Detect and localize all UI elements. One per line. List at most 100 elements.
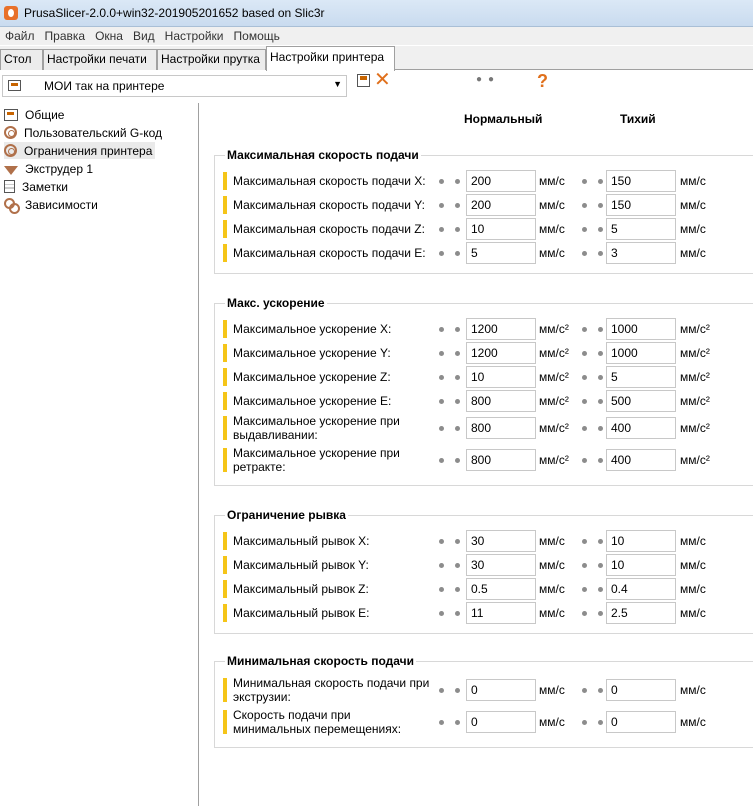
silent-value-input[interactable] <box>606 679 676 701</box>
lock-dot-icon[interactable] <box>582 426 587 431</box>
help-icon[interactable]: ? <box>537 71 548 92</box>
tab-printer-settings[interactable]: Настройки принтера <box>266 46 395 71</box>
lock-dot-icon[interactable] <box>439 399 444 404</box>
lock-dot-icon[interactable] <box>582 251 587 256</box>
lock-dot-icon[interactable] <box>582 179 587 184</box>
silent-value-input[interactable] <box>606 417 676 439</box>
silent-value-input[interactable] <box>606 194 676 216</box>
undo-dot-icon[interactable] <box>455 611 460 616</box>
undo-dot-icon[interactable] <box>455 203 460 208</box>
normal-value-input[interactable] <box>466 318 536 340</box>
undo-dot-icon[interactable] <box>598 426 603 431</box>
menu-file[interactable]: Файл <box>0 29 40 43</box>
normal-value-input[interactable] <box>466 366 536 388</box>
silent-value-input[interactable] <box>606 170 676 192</box>
tab-print-settings[interactable]: Настройки печати <box>43 49 157 70</box>
normal-value-input[interactable] <box>466 578 536 600</box>
lock-dot-icon[interactable] <box>582 587 587 592</box>
sidebar-item-machine-limits[interactable]: Ограничения принтера <box>4 142 156 159</box>
lock-dot-icon[interactable] <box>439 251 444 256</box>
normal-value-input[interactable] <box>466 194 536 216</box>
undo-dot-icon[interactable] <box>598 251 603 256</box>
silent-value-input[interactable] <box>606 318 676 340</box>
tab-filament-settings[interactable]: Настройки прутка <box>157 49 266 70</box>
normal-value-input[interactable] <box>466 530 536 552</box>
undo-dot-icon[interactable] <box>598 227 603 232</box>
menu-windows[interactable]: Окна <box>90 29 128 43</box>
lock-dot-icon[interactable] <box>439 203 444 208</box>
silent-value-input[interactable] <box>606 578 676 600</box>
normal-value-input[interactable] <box>466 711 536 733</box>
undo-dot-icon[interactable] <box>598 539 603 544</box>
lock-dot-icon[interactable] <box>439 375 444 380</box>
lock-dot-icon[interactable] <box>582 399 587 404</box>
silent-value-input[interactable] <box>606 390 676 412</box>
undo-dot-icon[interactable] <box>598 399 603 404</box>
menu-edit[interactable]: Правка <box>40 29 91 43</box>
lock-dot-icon[interactable] <box>439 563 444 568</box>
undo-dot-icon[interactable] <box>455 720 460 725</box>
undo-dot-icon[interactable] <box>598 327 603 332</box>
undo-dot-icon[interactable] <box>598 688 603 693</box>
save-preset-icon[interactable] <box>357 74 370 87</box>
lock-dot-icon[interactable] <box>439 179 444 184</box>
silent-value-input[interactable] <box>606 342 676 364</box>
lock-dot-icon[interactable] <box>439 720 444 725</box>
undo-dot-icon[interactable] <box>455 458 460 463</box>
sidebar-item-notes[interactable]: Заметки <box>4 178 68 195</box>
undo-dot-icon[interactable] <box>455 375 460 380</box>
undo-dot-icon[interactable] <box>455 227 460 232</box>
silent-value-input[interactable] <box>606 366 676 388</box>
silent-value-input[interactable] <box>606 602 676 624</box>
lock-dot-icon[interactable] <box>439 688 444 693</box>
lock-dot-icon[interactable] <box>439 458 444 463</box>
lock-dot-icon[interactable] <box>582 539 587 544</box>
silent-value-input[interactable] <box>606 242 676 264</box>
lock-dot-icon[interactable] <box>582 351 587 356</box>
normal-value-input[interactable] <box>466 218 536 240</box>
normal-value-input[interactable] <box>466 342 536 364</box>
preset-select[interactable]: МОИ так на принтере ▼ <box>2 75 347 97</box>
normal-value-input[interactable] <box>466 170 536 192</box>
normal-value-input[interactable] <box>466 602 536 624</box>
undo-dot-icon[interactable] <box>455 179 460 184</box>
normal-value-input[interactable] <box>466 449 536 471</box>
menu-settings[interactable]: Настройки <box>160 29 229 43</box>
lock-dot-icon[interactable] <box>439 539 444 544</box>
lock-dot-icon[interactable] <box>582 611 587 616</box>
lock-dot-icon[interactable] <box>439 587 444 592</box>
sidebar-item-dependencies[interactable]: Зависимости <box>4 196 98 214</box>
normal-value-input[interactable] <box>466 390 536 412</box>
undo-dot-icon[interactable] <box>598 351 603 356</box>
sidebar-item-custom-gcode[interactable]: Пользовательский G-код <box>4 124 162 141</box>
undo-dot-icon[interactable] <box>598 563 603 568</box>
undo-dot-icon[interactable] <box>598 203 603 208</box>
undo-dot-icon[interactable] <box>455 351 460 356</box>
undo-dot-icon[interactable] <box>455 327 460 332</box>
lock-dot-icon[interactable] <box>439 426 444 431</box>
lock-dot-icon[interactable] <box>582 720 587 725</box>
silent-value-input[interactable] <box>606 530 676 552</box>
lock-dot-icon[interactable] <box>582 227 587 232</box>
undo-dot-icon[interactable] <box>598 458 603 463</box>
undo-dot-icon[interactable] <box>455 688 460 693</box>
undo-dot-icon[interactable] <box>598 375 603 380</box>
lock-dot-icon[interactable] <box>582 203 587 208</box>
menu-help[interactable]: Помощь <box>229 29 285 43</box>
tab-plater[interactable]: Стол <box>0 49 43 70</box>
normal-value-input[interactable] <box>466 554 536 576</box>
lock-dot-icon[interactable] <box>582 458 587 463</box>
undo-dot-icon[interactable] <box>455 399 460 404</box>
sidebar-item-general[interactable]: Общие <box>4 106 64 123</box>
menu-view[interactable]: Вид <box>128 29 160 43</box>
undo-dot-icon[interactable] <box>598 611 603 616</box>
lock-dot-icon[interactable] <box>439 327 444 332</box>
delete-preset-icon[interactable]: ✕ <box>374 70 391 90</box>
silent-value-input[interactable] <box>606 554 676 576</box>
silent-value-input[interactable] <box>606 449 676 471</box>
lock-dot-icon[interactable] <box>582 375 587 380</box>
undo-dot-icon[interactable] <box>598 720 603 725</box>
undo-dot-icon[interactable] <box>598 179 603 184</box>
lock-dot-icon[interactable] <box>439 227 444 232</box>
lock-dot-icon[interactable] <box>582 327 587 332</box>
